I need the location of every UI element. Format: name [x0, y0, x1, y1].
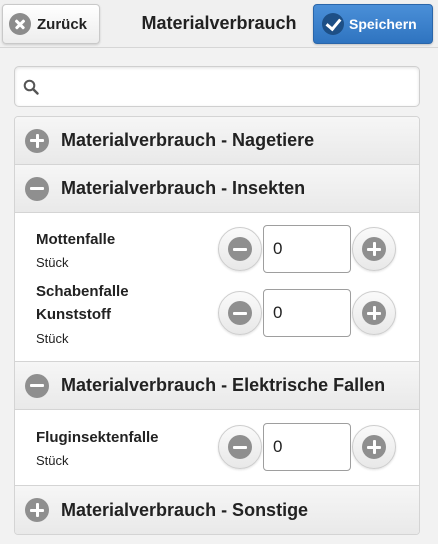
minus-icon	[228, 301, 252, 325]
back-button[interactable]: Zurück	[2, 4, 100, 44]
plus-icon	[25, 128, 49, 153]
material-section-list: Materialverbrauch - Nagetiere Materialve…	[14, 116, 420, 535]
section-title: Materialverbrauch - Sonstige	[61, 499, 309, 520]
increment-button[interactable]	[352, 425, 396, 469]
back-button-label: Zurück	[37, 15, 88, 33]
section-header-insekten[interactable]: Materialverbrauch - Insekten	[15, 165, 419, 213]
checkmark-icon	[322, 13, 344, 35]
material-item: Mottenfalle Stück	[15, 213, 419, 273]
quantity-input[interactable]	[263, 423, 351, 471]
section-body-elektrische-fallen: Fluginsektenfalle Stück	[15, 410, 419, 486]
section-body-insekten: Mottenfalle Stück Schabenfalle Kunststof…	[15, 213, 419, 362]
page-title: Materialverbrauch	[141, 13, 297, 33]
save-button[interactable]: Speichern	[313, 4, 433, 44]
close-icon	[9, 13, 31, 35]
quantity-input[interactable]	[263, 289, 351, 337]
item-unit: Stück	[36, 331, 69, 346]
decrement-button[interactable]	[218, 291, 262, 335]
save-button-label: Speichern	[349, 16, 417, 32]
item-name: Fluginsektenfalle	[36, 429, 159, 446]
section-header-nagetiere[interactable]: Materialverbrauch - Nagetiere	[15, 117, 419, 165]
item-name: Mottenfalle	[36, 231, 116, 248]
section-header-sonstige[interactable]: Materialverbrauch - Sonstige	[15, 486, 419, 534]
plus-icon	[362, 435, 386, 459]
header-bar: Zurück Materialverbrauch Speichern	[0, 0, 438, 48]
section-title: Materialverbrauch - Nagetiere	[61, 130, 315, 150]
item-unit: Stück	[36, 453, 69, 468]
search-icon	[23, 79, 39, 95]
material-item: Schabenfalle Kunststoff Stück	[15, 265, 419, 362]
plus-icon	[362, 237, 386, 261]
increment-button[interactable]	[352, 291, 396, 335]
section-title: Materialverbrauch - Insekten	[61, 178, 306, 198]
plus-icon	[362, 301, 386, 325]
section-header-elektrische-fallen[interactable]: Materialverbrauch - Elektrische Fallen	[15, 362, 419, 410]
search-input[interactable]	[47, 67, 413, 106]
section-title: Materialverbrauch - Elektrische Fallen	[61, 375, 386, 395]
minus-icon	[25, 373, 49, 398]
plus-icon	[25, 498, 49, 522]
decrement-button[interactable]	[218, 425, 262, 469]
minus-icon	[228, 237, 252, 261]
item-name: Schabenfalle Kunststoff	[36, 283, 129, 323]
material-item: Fluginsektenfalle Stück	[15, 410, 419, 486]
search-box	[14, 66, 420, 107]
minus-icon	[25, 176, 49, 201]
minus-icon	[228, 435, 252, 459]
